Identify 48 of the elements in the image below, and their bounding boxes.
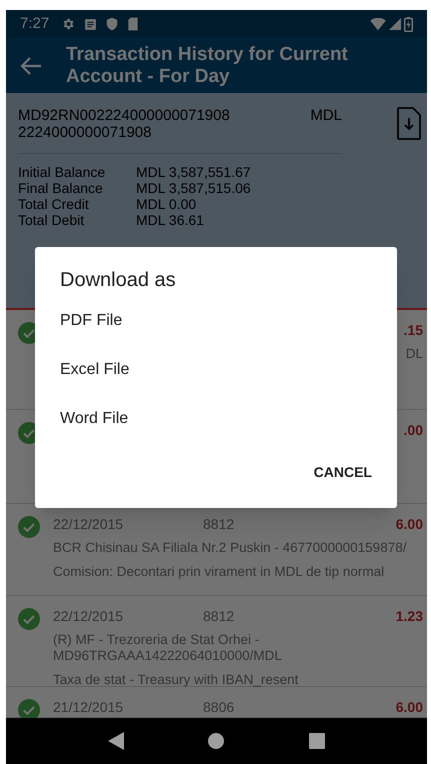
transaction-detail: Comision: Decontari prin virament in MDL de tip normal bbox=[53, 563, 386, 581]
transaction-reference: 8806 bbox=[203, 698, 234, 717]
transaction-detail: BCR Chisinau SA Filiala Nr.2 Puskin - 4677000000159878/ bbox=[53, 539, 408, 557]
check-circle-icon bbox=[18, 608, 40, 630]
dialog-title: Download as bbox=[60, 268, 176, 292]
transaction-amount: .00 bbox=[404, 421, 423, 440]
transaction-amount: .15 bbox=[404, 321, 423, 340]
home-icon[interactable] bbox=[208, 733, 224, 749]
message-icon bbox=[84, 18, 98, 30]
transaction-reference: 8812 bbox=[203, 607, 234, 626]
status-time: 7:27 bbox=[20, 14, 50, 34]
transaction-reference: 8812 bbox=[203, 515, 234, 534]
gear-icon bbox=[61, 17, 76, 31]
download-file-icon[interactable] bbox=[397, 107, 421, 140]
back-icon[interactable] bbox=[108, 732, 124, 750]
battery-icon bbox=[404, 16, 413, 32]
recents-icon[interactable] bbox=[308, 733, 325, 749]
balance-value: MDL 3,587,551.67 bbox=[136, 164, 251, 180]
back-arrow-icon[interactable] bbox=[20, 56, 42, 76]
dialog-option[interactable]: Excel File bbox=[60, 360, 130, 380]
screen-title: Transaction History for Current Account - For Day bbox=[66, 44, 349, 88]
signal-icon bbox=[389, 18, 401, 30]
transaction-date: 21/12/2015 bbox=[53, 698, 124, 717]
transaction-date: 22/12/2015 bbox=[53, 515, 124, 534]
balance-value: MDL 0.00 bbox=[136, 196, 198, 212]
shield-icon bbox=[106, 17, 118, 31]
transaction-detail: (R) MF - Trezoreria de Stat Orhei - MD96TRGAAA14222064010000/MDL bbox=[53, 631, 283, 665]
account-iban: MD92RN002224000000071908 bbox=[18, 107, 230, 124]
cancel-button[interactable]: CANCEL bbox=[314, 463, 372, 481]
account-number: 2224000000071908 bbox=[18, 124, 152, 141]
transaction-detail: Taxa de stat - Treasury with IBAN_resent bbox=[53, 671, 300, 689]
transaction-amount: 1.23 bbox=[396, 607, 423, 626]
transaction-detail: DL bbox=[406, 345, 423, 363]
balance-value: MDL 36.61 bbox=[136, 212, 205, 228]
balance-value: MDL 3,587,515.06 bbox=[136, 180, 251, 196]
balance-label: Total Debit bbox=[18, 212, 86, 228]
check-circle-icon bbox=[18, 516, 40, 538]
dialog-option[interactable]: PDF File bbox=[60, 311, 122, 331]
dialog-option[interactable]: Word File bbox=[60, 409, 128, 429]
transaction-amount: 6.00 bbox=[396, 515, 423, 534]
transaction-amount: 6.00 bbox=[396, 698, 423, 717]
balance-label: Total Credit bbox=[18, 196, 90, 212]
account-currency: MDL bbox=[310, 107, 342, 124]
wifi-icon bbox=[370, 18, 386, 30]
sd-card-icon bbox=[127, 17, 140, 31]
balance-label: Final Balance bbox=[18, 180, 104, 196]
transaction-date: 22/12/2015 bbox=[53, 607, 124, 626]
balance-label: Initial Balance bbox=[18, 164, 106, 180]
